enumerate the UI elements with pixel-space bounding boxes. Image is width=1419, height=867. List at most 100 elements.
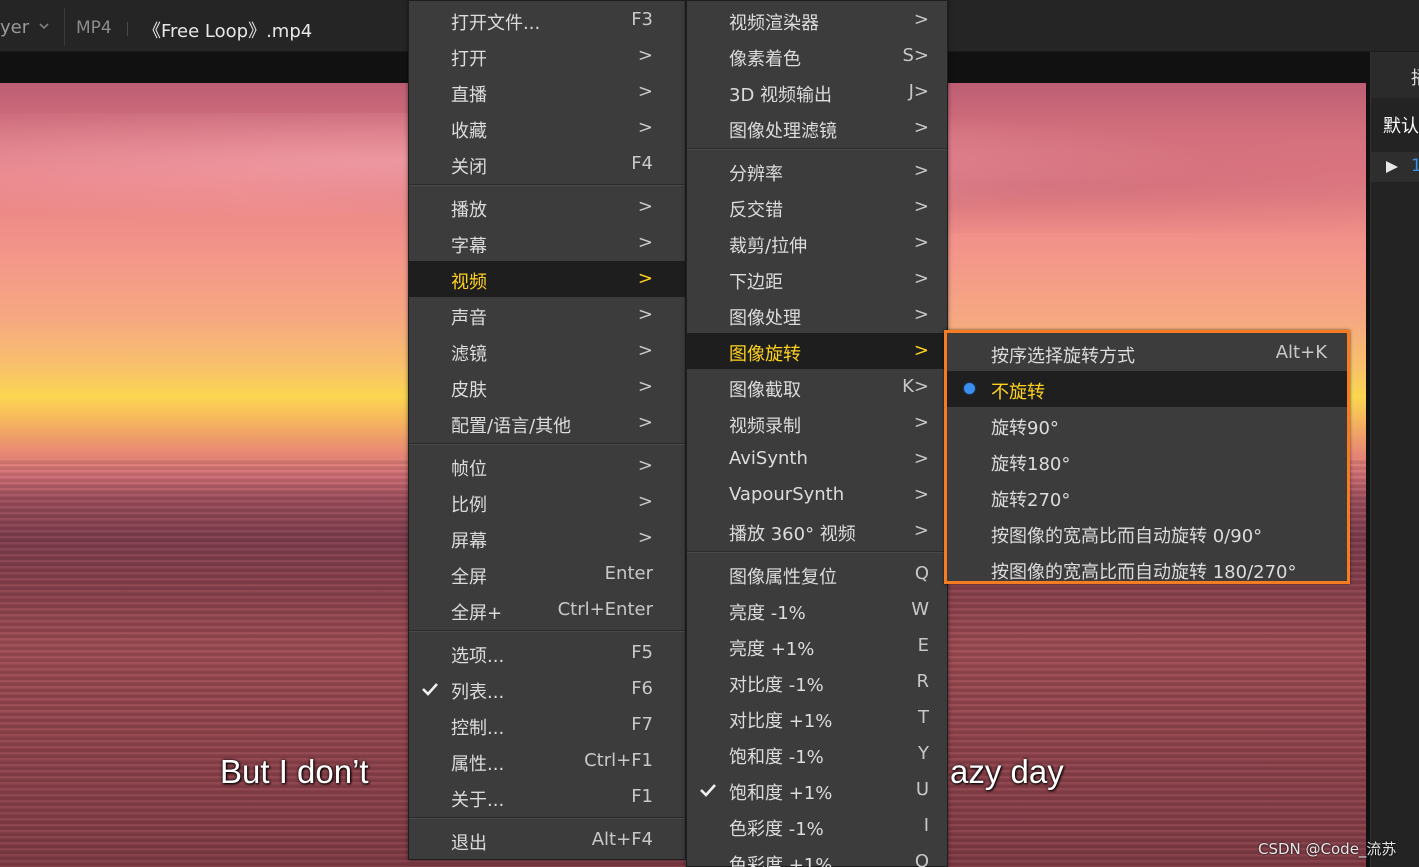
menu-item-label: 裁剪/拉伸	[729, 236, 808, 257]
context-menu-main: 打开文件... F3 打开 > 直播 > 收藏 > 关闭 F4 播放 > 字幕 > 视频 > 声音 > 滤镜 > 皮肤 >…	[408, 0, 686, 860]
menu-item-shortcut: >	[913, 268, 929, 289]
video-menu-item[interactable]: 饱和度 +1% U	[687, 772, 947, 808]
video-menu-item[interactable]: 反交错 >	[687, 189, 947, 225]
menu-item-label: 饱和度 -1%	[729, 747, 824, 768]
main-menu-item[interactable]: 打开文件... F3	[409, 2, 685, 38]
main-menu-item[interactable]: 收藏 >	[409, 110, 685, 146]
video-menu-item[interactable]: 图像处理 >	[687, 297, 947, 333]
main-menu-item[interactable]: 比例 >	[409, 484, 685, 520]
rotate-menu-item[interactable]: 按图像的宽高比而自动旋转 180/270°	[947, 551, 1347, 587]
menu-item-label: 直播	[451, 85, 487, 106]
menu-item-shortcut: >	[637, 491, 653, 512]
main-menu-item[interactable]: 直播 >	[409, 74, 685, 110]
video-menu-item[interactable]: 图像属性复位 Q	[687, 556, 947, 592]
menu-item-shortcut: W	[911, 599, 929, 620]
menu-item-label: AviSynth	[729, 448, 808, 469]
video-menu-item[interactable]: 视频录制 >	[687, 405, 947, 441]
menu-item-label: 列表...	[451, 682, 505, 703]
video-menu-item[interactable]: 视频渲染器 >	[687, 2, 947, 38]
main-menu-item[interactable]: 配置/语言/其他 >	[409, 405, 685, 441]
main-menu-item[interactable]: 帧位 >	[409, 448, 685, 484]
main-menu-item[interactable]: 关于... F1	[409, 779, 685, 815]
menu-item-label: 视频	[451, 272, 487, 293]
main-menu-item[interactable]: 播放 >	[409, 189, 685, 225]
main-menu-item[interactable]: 选项... F5	[409, 635, 685, 671]
video-menu-item[interactable]: 分辨率 >	[687, 153, 947, 189]
video-menu-item[interactable]: 饱和度 -1% Y	[687, 736, 947, 772]
video-menu-item[interactable]: 下边距 >	[687, 261, 947, 297]
main-menu-item[interactable]: 全屏 Enter	[409, 556, 685, 592]
menu-item-shortcut: >	[637, 455, 653, 476]
video-menu-item[interactable]: 色彩度 -1% I	[687, 808, 947, 844]
menu-item-label: 像素着色	[729, 49, 801, 70]
rotate-menu-item[interactable]: 旋转180°	[947, 443, 1347, 479]
main-menu-item[interactable]: 全屏+ Ctrl+Enter	[409, 592, 685, 628]
menu-item-label: 声音	[451, 308, 487, 329]
menu-item-shortcut: >	[913, 117, 929, 138]
rotate-menu-item[interactable]: 按图像的宽高比而自动旋转 0/90°	[947, 515, 1347, 551]
video-menu-item[interactable]: 亮度 +1% E	[687, 628, 947, 664]
menu-item-shortcut: >	[913, 520, 929, 541]
chevron-down-icon[interactable]	[38, 20, 50, 32]
menu-item-shortcut: >	[637, 232, 653, 253]
main-menu-item[interactable]: 属性... Ctrl+F1	[409, 743, 685, 779]
main-menu-item[interactable]: 退出 Alt+F4	[409, 822, 685, 858]
menu-item-label: 图像属性复位	[729, 567, 837, 588]
video-menu-item[interactable]: 亮度 -1% W	[687, 592, 947, 628]
video-menu-item[interactable]: 对比度 -1% R	[687, 664, 947, 700]
menu-item-label: 播放 360° 视频	[729, 524, 856, 545]
menu-item-label: 收藏	[451, 121, 487, 142]
video-menu-item[interactable]: 对比度 +1% T	[687, 700, 947, 736]
video-menu-item[interactable]: 图像处理滤镜 >	[687, 110, 947, 146]
main-menu-item[interactable]: 视频 >	[409, 261, 685, 297]
video-menu-item[interactable]: 播放 360° 视频 >	[687, 513, 947, 549]
menu-item-shortcut: >	[637, 117, 653, 138]
menu-item-shortcut: >	[913, 196, 929, 217]
menu-item-shortcut: S>	[902, 45, 929, 66]
menu-item-shortcut: >	[637, 376, 653, 397]
rotate-menu-item[interactable]: 不旋转	[947, 371, 1347, 407]
main-menu-item[interactable]: 滤镜 >	[409, 333, 685, 369]
main-menu-item[interactable]: 屏幕 >	[409, 520, 685, 556]
rotate-menu-item[interactable]: 按序选择旋转方式 Alt+K	[947, 335, 1347, 371]
menu-item-shortcut: >	[637, 527, 653, 548]
video-menu-item[interactable]: 色彩度 +1% O	[687, 844, 947, 867]
video-menu-item[interactable]: 像素着色 S>	[687, 38, 947, 74]
menu-item-shortcut: >	[637, 412, 653, 433]
main-menu-item[interactable]: 声音 >	[409, 297, 685, 333]
rotate-menu-item[interactable]: 旋转90°	[947, 407, 1347, 443]
video-menu-item[interactable]: VapourSynth >	[687, 477, 947, 513]
video-menu-item[interactable]: 图像截取 K>	[687, 369, 947, 405]
menu-item-label: 屏幕	[451, 531, 487, 552]
menu-item-label: 全屏	[451, 567, 487, 588]
menu-item-shortcut: >	[913, 9, 929, 30]
menu-item-shortcut: Alt+K	[1275, 342, 1327, 363]
menu-item-label: 不旋转	[991, 382, 1045, 403]
video-menu-item[interactable]: 裁剪/拉伸 >	[687, 225, 947, 261]
main-menu-item[interactable]: 列表... F6	[409, 671, 685, 707]
main-menu-item[interactable]: 字幕 >	[409, 225, 685, 261]
app-menu-label[interactable]: yer	[0, 17, 29, 38]
main-menu-item[interactable]: 控制... F7	[409, 707, 685, 743]
playlist-default-label[interactable]: 默认	[1383, 112, 1419, 138]
menu-separator	[409, 817, 685, 819]
checkmark-icon	[700, 784, 716, 797]
menu-item-label: 3D 视频输出	[729, 85, 833, 106]
rotate-menu-item[interactable]: 旋转270°	[947, 479, 1347, 515]
video-menu-item[interactable]: 图像旋转 >	[687, 333, 947, 369]
menu-item-label: 色彩度 -1%	[729, 819, 824, 840]
menu-item-shortcut: >	[913, 448, 929, 469]
video-menu-item[interactable]: AviSynth >	[687, 441, 947, 477]
video-menu-item[interactable]: 3D 视频输出 J>	[687, 74, 947, 110]
main-menu-item[interactable]: 关闭 F4	[409, 146, 685, 182]
menu-item-label: VapourSynth	[729, 484, 845, 505]
menu-item-shortcut: Alt+F4	[591, 829, 653, 850]
menu-item-label: 旋转270°	[991, 490, 1071, 511]
menu-item-shortcut: >	[637, 81, 653, 102]
rotate-submenu: 按序选择旋转方式 Alt+K 不旋转旋转90° 旋转180° 旋转270° 按图像的宽高比…	[944, 330, 1350, 584]
menu-item-shortcut: O	[914, 851, 929, 867]
playlist-item-number[interactable]: 1	[1411, 156, 1419, 176]
main-menu-item[interactable]: 皮肤 >	[409, 369, 685, 405]
main-menu-item[interactable]: 打开 >	[409, 38, 685, 74]
playlist-tab[interactable]: 播	[1411, 64, 1419, 90]
